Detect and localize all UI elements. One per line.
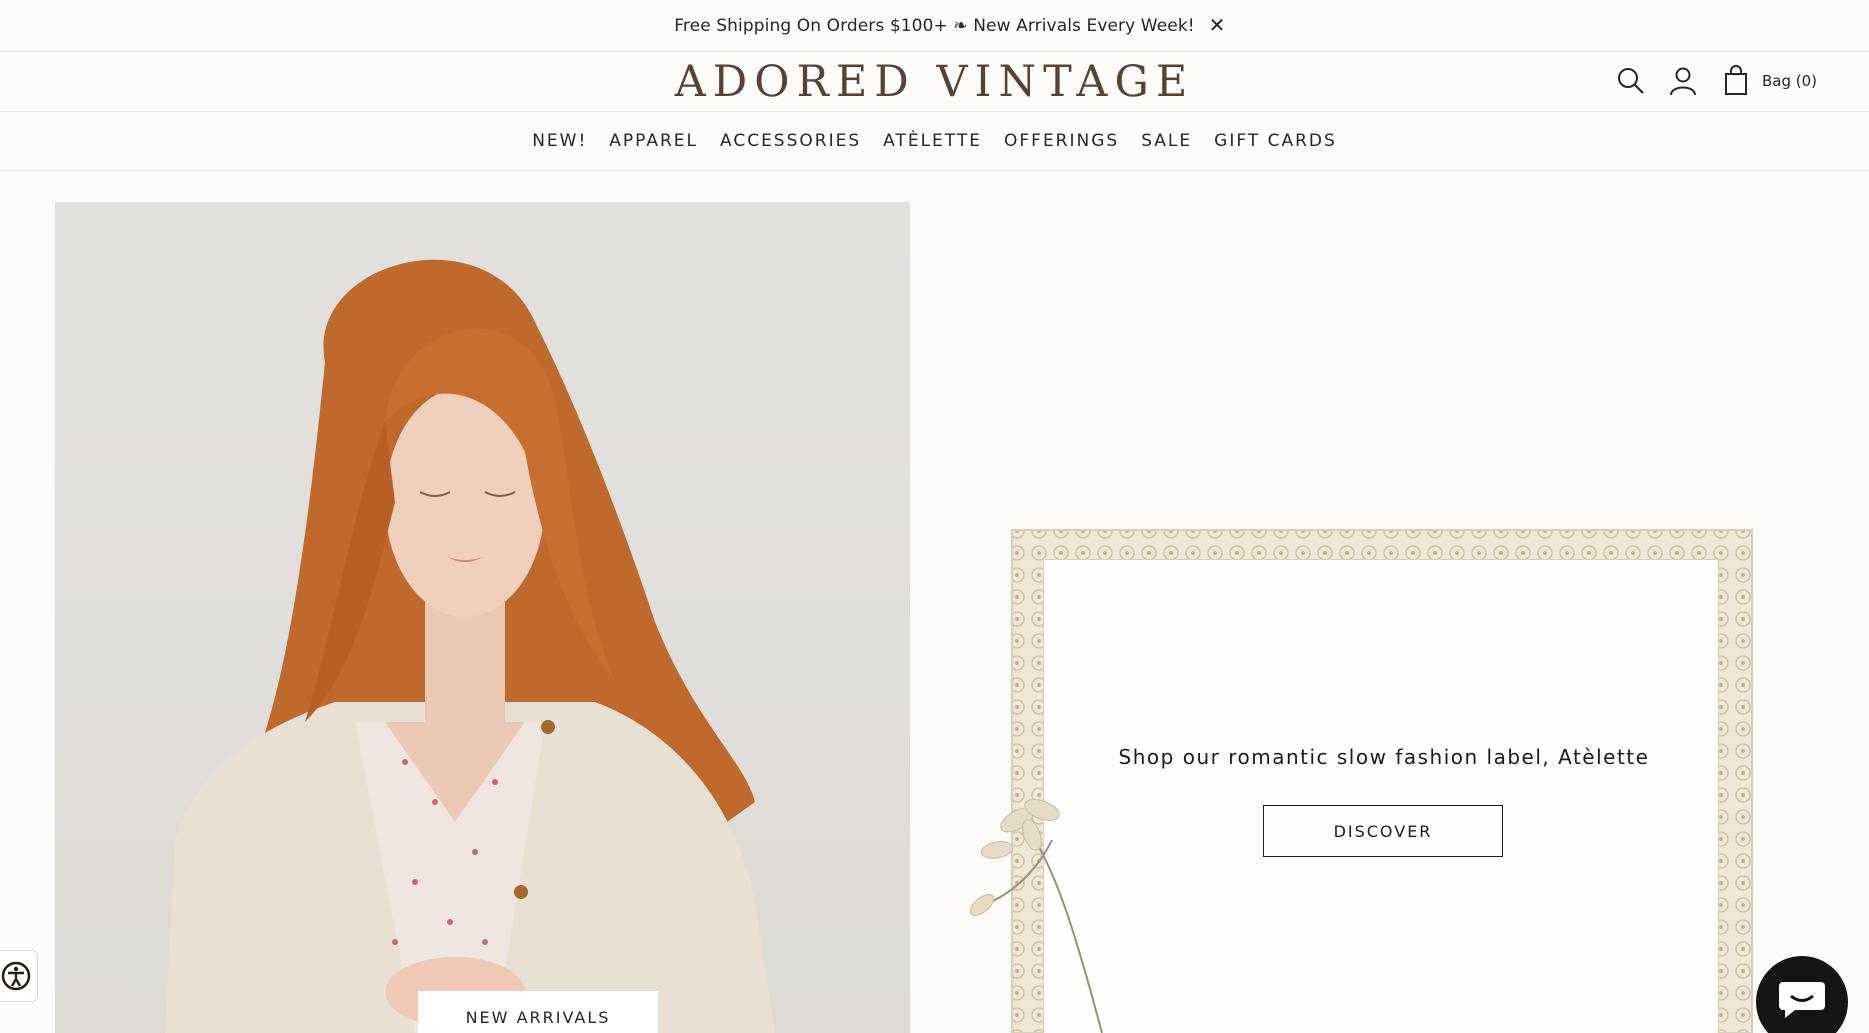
site-header: ADORED VINTAGE Bag (0) (0, 52, 1869, 112)
lace-frame (962, 520, 1762, 1033)
discover-button[interactable]: DISCOVER (1263, 805, 1503, 857)
main-nav: NEW! APPAREL ACCESSORIES ATÈLETTE OFFERI… (0, 112, 1869, 171)
account-icon[interactable] (1666, 64, 1700, 98)
model-illustration (165, 259, 775, 1033)
nav-item-offerings[interactable]: OFFERINGS (1004, 131, 1119, 151)
close-icon[interactable]: ✕ (1204, 12, 1230, 38)
bag-count[interactable]: Bag (0) (1762, 72, 1817, 90)
nav-item-atelette[interactable]: ATÈLETTE (883, 131, 982, 151)
announcement-text: Free Shipping On Orders $100+ ❧ New Arri… (674, 15, 1195, 36)
nav-item-new[interactable]: NEW! (532, 131, 587, 151)
chat-launcher[interactable] (1756, 956, 1848, 1033)
new-arrivals-button[interactable]: NEW ARRIVALS (418, 991, 658, 1033)
atelette-promo-text: Shop our romantic slow fashion label, At… (1118, 745, 1650, 769)
nav-item-apparel[interactable]: APPAREL (609, 131, 698, 151)
accessibility-icon[interactable] (0, 950, 38, 1002)
hero-photo[interactable]: NEW ARRIVALS (55, 202, 910, 1033)
bag-icon[interactable] (1719, 64, 1753, 98)
site-logo[interactable]: ADORED VINTAGE (0, 56, 1869, 108)
nav-item-gift-cards[interactable]: GIFT CARDS (1214, 131, 1337, 151)
nav-item-sale[interactable]: SALE (1141, 131, 1192, 151)
announcement-bar: Free Shipping On Orders $100+ ❧ New Arri… (0, 0, 1869, 52)
search-icon[interactable] (1614, 64, 1648, 98)
chat-icon (1779, 982, 1825, 1018)
nav-item-accessories[interactable]: ACCESSORIES (720, 131, 861, 151)
